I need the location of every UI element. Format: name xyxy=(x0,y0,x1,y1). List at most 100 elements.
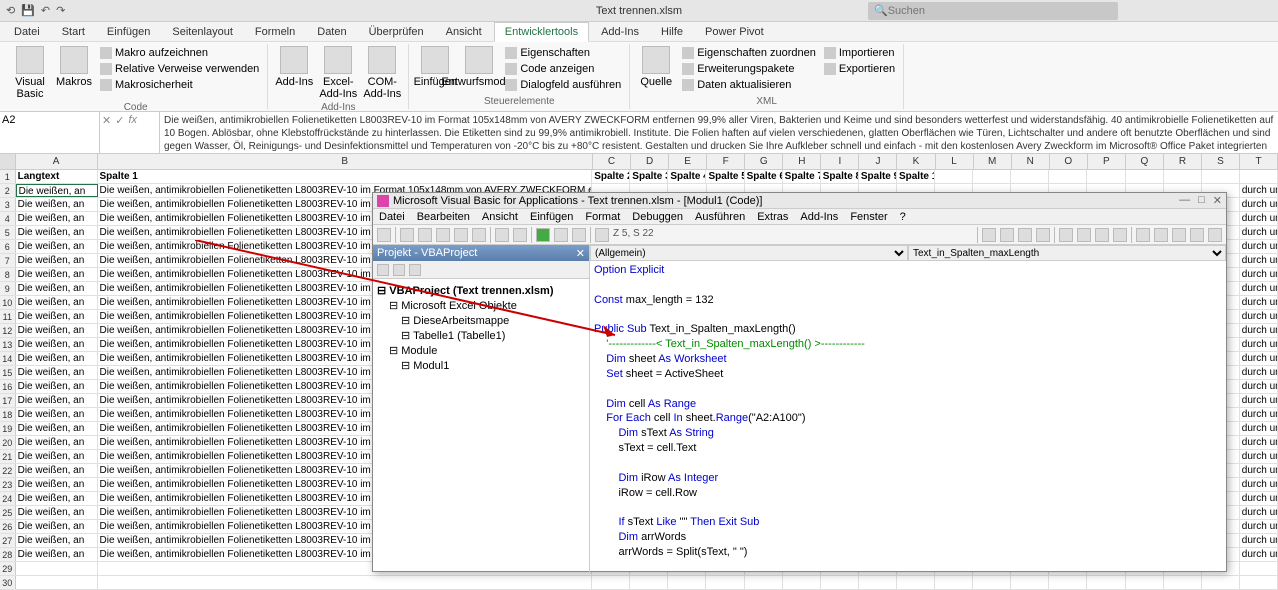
cell[interactable]: Spalte 3 xyxy=(630,170,668,183)
col-header[interactable]: J xyxy=(859,154,897,169)
com-addins-button[interactable]: COM-Add-Ins xyxy=(362,46,402,100)
cell[interactable]: Die weißen, an xyxy=(16,506,98,519)
cell[interactable] xyxy=(821,576,859,589)
undo-icon[interactable]: ↶ xyxy=(41,4,50,17)
tab-add-ins[interactable]: Add-Ins xyxy=(591,23,649,41)
cell[interactable]: durch unabhängi xyxy=(1240,310,1278,323)
vba-tb-icon[interactable] xyxy=(1095,228,1109,242)
cell[interactable]: durch unabhängi xyxy=(1240,408,1278,421)
fx-icon[interactable]: fx xyxy=(128,114,137,126)
tab-daten[interactable]: Daten xyxy=(307,23,356,41)
col-header[interactable]: M xyxy=(974,154,1012,169)
cell[interactable] xyxy=(1126,576,1164,589)
macro-security-button[interactable]: Makrosicherheit xyxy=(98,78,261,92)
col-header[interactable]: G xyxy=(745,154,783,169)
vba-view-code-icon[interactable] xyxy=(377,264,389,276)
cell[interactable]: Die weißen, an xyxy=(16,464,98,477)
search-input[interactable] xyxy=(888,5,1112,17)
cell[interactable]: Die weißen, an xyxy=(16,338,98,351)
cell[interactable] xyxy=(98,576,593,589)
cell[interactable]: durch unabhängi xyxy=(1240,184,1278,197)
vba-menu-item[interactable]: Format xyxy=(585,211,620,223)
row-header[interactable]: 19 xyxy=(0,422,16,435)
row-header[interactable]: 26 xyxy=(0,520,16,533)
vba-tb-icon[interactable] xyxy=(1208,228,1222,242)
select-all-corner[interactable] xyxy=(0,154,16,169)
row-header[interactable]: 9 xyxy=(0,282,16,295)
name-box[interactable] xyxy=(0,112,100,153)
cell[interactable]: durch unabhängi xyxy=(1240,240,1278,253)
vba-cut-icon[interactable] xyxy=(418,228,432,242)
redo-icon[interactable]: ↷ xyxy=(56,4,65,17)
vba-code-editor[interactable]: Option Explicit Const max_length = 132 P… xyxy=(590,261,1226,573)
cell[interactable]: Die weißen, an xyxy=(16,366,98,379)
vba-menu-item[interactable]: Datei xyxy=(379,211,405,223)
autosave-icon[interactable]: ⟲ xyxy=(6,4,15,17)
col-header[interactable]: S xyxy=(1202,154,1240,169)
cell[interactable]: Die weißen, an xyxy=(16,394,98,407)
vba-tb-icon[interactable] xyxy=(1172,228,1186,242)
tab-seitenlayout[interactable]: Seitenlayout xyxy=(162,23,243,41)
row-header[interactable]: 10 xyxy=(0,296,16,309)
vba-tree-node[interactable]: ⊟ Modul1 xyxy=(377,358,585,373)
vba-paste-icon[interactable] xyxy=(454,228,468,242)
row-header[interactable]: 23 xyxy=(0,478,16,491)
cell[interactable]: Die weißen, an xyxy=(16,422,98,435)
cell[interactable] xyxy=(1164,170,1202,183)
cell[interactable]: Die weißen, an xyxy=(16,212,98,225)
vba-menu-item[interactable]: Bearbeiten xyxy=(417,211,470,223)
cell[interactable] xyxy=(973,576,1011,589)
cell[interactable] xyxy=(973,170,1011,183)
cell[interactable] xyxy=(16,576,98,589)
cell[interactable]: durch unabhängi xyxy=(1240,198,1278,211)
cell[interactable]: durch unabhängi xyxy=(1240,324,1278,337)
map-properties-button[interactable]: Eigenschaften zuordnen xyxy=(680,46,818,60)
vba-tb-icon[interactable] xyxy=(1077,228,1091,242)
visual-basic-button[interactable]: Visual Basic xyxy=(10,46,50,100)
cell[interactable]: durch unabhängi xyxy=(1240,478,1278,491)
view-code-button[interactable]: Code anzeigen xyxy=(503,62,623,76)
cell[interactable]: Die weißen, an xyxy=(16,226,98,239)
cell[interactable]: durch unabhängi xyxy=(1240,464,1278,477)
row-header[interactable]: 28 xyxy=(0,548,16,561)
cell[interactable]: Langtext xyxy=(16,170,98,183)
cell[interactable]: Spalte 2 xyxy=(592,170,630,183)
row-header[interactable]: 21 xyxy=(0,450,16,463)
cell[interactable] xyxy=(897,576,935,589)
vba-tb-icon[interactable] xyxy=(1018,228,1032,242)
col-header[interactable]: B xyxy=(98,154,593,169)
cell[interactable]: Die weißen, an xyxy=(16,478,98,491)
cell[interactable] xyxy=(1011,170,1049,183)
row-header[interactable]: 8 xyxy=(0,268,16,281)
cell[interactable]: Die weißen, an xyxy=(16,534,98,547)
vba-tree-node[interactable]: ⊟ VBAProject (Text trennen.xlsm) xyxy=(377,283,585,298)
vba-tb-icon[interactable] xyxy=(1154,228,1168,242)
cell[interactable]: Spalte 1 xyxy=(98,170,593,183)
cancel-icon[interactable]: ✕ xyxy=(102,114,111,127)
cell[interactable]: Die weißen, an xyxy=(16,254,98,267)
vba-find-icon[interactable] xyxy=(472,228,486,242)
cell[interactable]: durch unabhängi xyxy=(1240,436,1278,449)
cell[interactable]: Spalte 8 xyxy=(821,170,859,183)
vba-menu-item[interactable]: Debuggen xyxy=(632,211,683,223)
vba-close-icon[interactable]: ✕ xyxy=(1213,194,1222,207)
vba-editor-window[interactable]: Microsoft Visual Basic for Applications … xyxy=(372,192,1227,572)
record-macro-button[interactable]: Makro aufzeichnen xyxy=(98,46,261,60)
row-header[interactable]: 7 xyxy=(0,254,16,267)
cell[interactable]: durch unabhängi xyxy=(1240,366,1278,379)
vba-menu-item[interactable]: Ausführen xyxy=(695,211,745,223)
row-header[interactable]: 4 xyxy=(0,212,16,225)
cell[interactable]: durch unabhängi xyxy=(1240,352,1278,365)
col-header[interactable]: Q xyxy=(1126,154,1164,169)
vba-maximize-icon[interactable]: □ xyxy=(1198,194,1205,207)
cell[interactable]: Die weißen, an xyxy=(16,198,98,211)
cell[interactable]: Spalte 4 xyxy=(668,170,706,183)
tab-start[interactable]: Start xyxy=(52,23,95,41)
vba-tree-node[interactable]: ⊟ DieseArbeitsmappe xyxy=(377,313,585,328)
row-header[interactable]: 17 xyxy=(0,394,16,407)
row-header[interactable]: 18 xyxy=(0,408,16,421)
tab-hilfe[interactable]: Hilfe xyxy=(651,23,693,41)
vba-object-dropdown[interactable]: (Allgemein) xyxy=(590,245,908,261)
col-header[interactable]: K xyxy=(897,154,935,169)
vba-menu-item[interactable]: Extras xyxy=(757,211,788,223)
